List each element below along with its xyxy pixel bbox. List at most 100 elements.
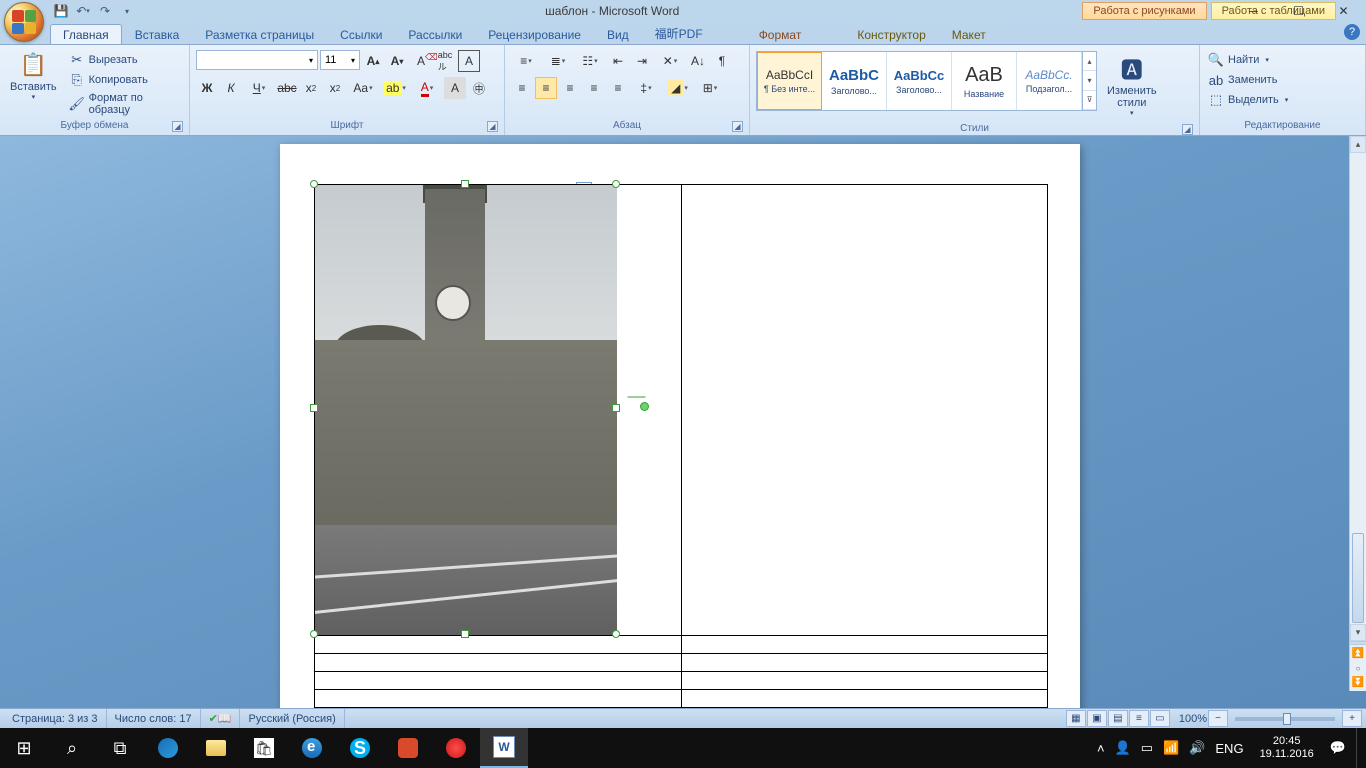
numbering-button[interactable]: ≣▾: [543, 50, 573, 72]
tab-insert[interactable]: Вставка: [122, 24, 193, 44]
prev-page-button[interactable]: ⏫: [1350, 645, 1366, 662]
scroll-thumb[interactable]: [1352, 533, 1364, 623]
font-dialog-launcher[interactable]: ◢: [487, 121, 498, 132]
tab-references[interactable]: Ссылки: [327, 24, 395, 44]
clipboard-dialog-launcher[interactable]: ◢: [172, 121, 183, 132]
browse-object-button[interactable]: ○: [1350, 662, 1366, 674]
start-button[interactable]: ⊞: [0, 728, 48, 768]
font-color-button[interactable]: A▾: [412, 77, 442, 99]
highlight-button[interactable]: ab▾: [380, 77, 410, 99]
tab-review[interactable]: Рецензирование: [475, 24, 594, 44]
tray-people[interactable]: 👤: [1115, 740, 1131, 756]
font-name-select[interactable]: ▾: [196, 50, 318, 70]
paragraph-dialog-launcher[interactable]: ◢: [732, 121, 743, 132]
minimize-button[interactable]: ─: [1231, 0, 1276, 22]
line-spacing-button[interactable]: ‡▾: [631, 77, 661, 99]
multilevel-list-button[interactable]: ☷▾: [575, 50, 605, 72]
select-button[interactable]: ⬚Выделить▾: [1204, 91, 1292, 109]
taskbar-app1[interactable]: [384, 728, 432, 768]
show-desktop-button[interactable]: [1356, 728, 1362, 768]
tray-notifications[interactable]: 💬: [1330, 740, 1346, 756]
image-handle-bm[interactable]: [461, 630, 469, 638]
view-outline[interactable]: ≡: [1129, 710, 1149, 727]
shading-button[interactable]: ◢▾: [663, 77, 693, 99]
taskbar-word[interactable]: W: [480, 728, 528, 768]
taskbar-explorer[interactable]: [192, 728, 240, 768]
tray-wifi[interactable]: 📶: [1163, 740, 1179, 756]
tab-mailings[interactable]: Рассылки: [395, 24, 475, 44]
character-shading-button[interactable]: A: [444, 77, 466, 99]
document-page[interactable]: ✥: [280, 144, 1080, 708]
search-button[interactable]: ⌕: [48, 728, 96, 768]
view-full-screen[interactable]: ▣: [1087, 710, 1107, 727]
strikethrough-button[interactable]: abc: [276, 77, 298, 99]
bullets-button[interactable]: ≡▾: [511, 50, 541, 72]
tray-clock[interactable]: 20:4519.11.2016: [1254, 735, 1320, 761]
paste-button[interactable]: 📋 Вставить ▾: [4, 47, 63, 103]
tab-table-design[interactable]: Конструктор: [844, 24, 938, 44]
superscript-button[interactable]: x2: [324, 77, 346, 99]
tab-table-layout[interactable]: Макет: [939, 24, 999, 44]
align-center-button[interactable]: ≡: [535, 77, 557, 99]
image-handle-br[interactable]: [612, 630, 620, 638]
image-handle-ml[interactable]: [310, 404, 318, 412]
help-button[interactable]: ?: [1344, 24, 1360, 40]
image-handle-mr[interactable]: [612, 404, 620, 412]
justify-button[interactable]: ≡: [583, 77, 605, 99]
tab-foxit-pdf[interactable]: 福昕PDF: [642, 21, 716, 44]
image-handle-bl[interactable]: [310, 630, 318, 638]
style-item-normal[interactable]: AaBbCcI¶ Без инте...: [757, 52, 822, 110]
subscript-button[interactable]: x2: [300, 77, 322, 99]
zoom-level[interactable]: 100%: [1179, 713, 1207, 725]
align-left-button[interactable]: ≡: [511, 77, 533, 99]
word-count[interactable]: Число слов: 17: [107, 709, 201, 728]
maximize-button[interactable]: ☐: [1276, 0, 1321, 22]
enclose-characters-button[interactable]: ㊥: [468, 77, 490, 99]
document-area[interactable]: ✥: [0, 136, 1366, 708]
find-button[interactable]: 🔍Найти▾: [1204, 51, 1292, 69]
character-border-button[interactable]: A: [458, 50, 480, 72]
view-web-layout[interactable]: ▤: [1108, 710, 1128, 727]
style-item-title[interactable]: AaBНазвание: [952, 52, 1017, 110]
taskbar-skype[interactable]: S: [336, 728, 384, 768]
align-right-button[interactable]: ≡: [559, 77, 581, 99]
zoom-in-button[interactable]: +: [1342, 710, 1362, 727]
styles-dialog-launcher[interactable]: ◢: [1182, 124, 1193, 135]
taskbar-ie[interactable]: [288, 728, 336, 768]
style-item-heading1[interactable]: AaBbCЗаголово...: [822, 52, 887, 110]
change-case-button[interactable]: Aa▾: [348, 77, 378, 99]
distributed-button[interactable]: ≡: [607, 77, 629, 99]
shrink-font-button[interactable]: A▾: [386, 50, 408, 72]
styles-scroll-up[interactable]: ▴: [1083, 52, 1096, 71]
spell-check-status[interactable]: ✔📖: [201, 709, 241, 728]
show-marks-button[interactable]: ¶: [711, 50, 733, 72]
taskbar-opera[interactable]: [432, 728, 480, 768]
scroll-down-button[interactable]: ▾: [1350, 624, 1366, 641]
page-indicator[interactable]: Страница: 3 из 3: [4, 709, 107, 728]
redo-button[interactable]: ↷: [96, 2, 114, 20]
borders-button[interactable]: ⊞▾: [695, 77, 725, 99]
styles-scroll-down[interactable]: ▾: [1083, 71, 1096, 90]
asian-layout-button[interactable]: ✕▾: [655, 50, 685, 72]
decrease-indent-button[interactable]: ⇤: [607, 50, 629, 72]
increase-indent-button[interactable]: ⇥: [631, 50, 653, 72]
tray-battery[interactable]: ▭: [1141, 740, 1153, 756]
undo-button[interactable]: ↶▾: [74, 2, 92, 20]
task-view-button[interactable]: ⧉: [96, 728, 144, 768]
close-button[interactable]: ✕: [1321, 0, 1366, 22]
tab-home[interactable]: Главная: [50, 24, 122, 44]
grow-font-button[interactable]: A▴: [362, 50, 384, 72]
vertical-scrollbar[interactable]: ▴ ▾ ⏫ ○ ⏬: [1349, 136, 1366, 691]
clear-formatting-button[interactable]: A⌫: [410, 50, 432, 72]
tray-language[interactable]: ENG: [1215, 741, 1243, 756]
styles-expand[interactable]: ⊽: [1083, 91, 1096, 110]
taskbar-edge[interactable]: [144, 728, 192, 768]
tab-view[interactable]: Вид: [594, 24, 642, 44]
zoom-slider[interactable]: [1235, 717, 1335, 721]
change-styles-button[interactable]: 🅰 Изменитьстили▾: [1101, 51, 1163, 119]
tab-page-layout[interactable]: Разметка страницы: [192, 24, 327, 44]
image-rotate-handle[interactable]: [640, 402, 649, 411]
italic-button[interactable]: К: [220, 77, 242, 99]
tray-expand[interactable]: ˄: [1097, 741, 1105, 756]
style-item-subtitle[interactable]: AaBbCc.Подзагол...: [1017, 52, 1082, 110]
